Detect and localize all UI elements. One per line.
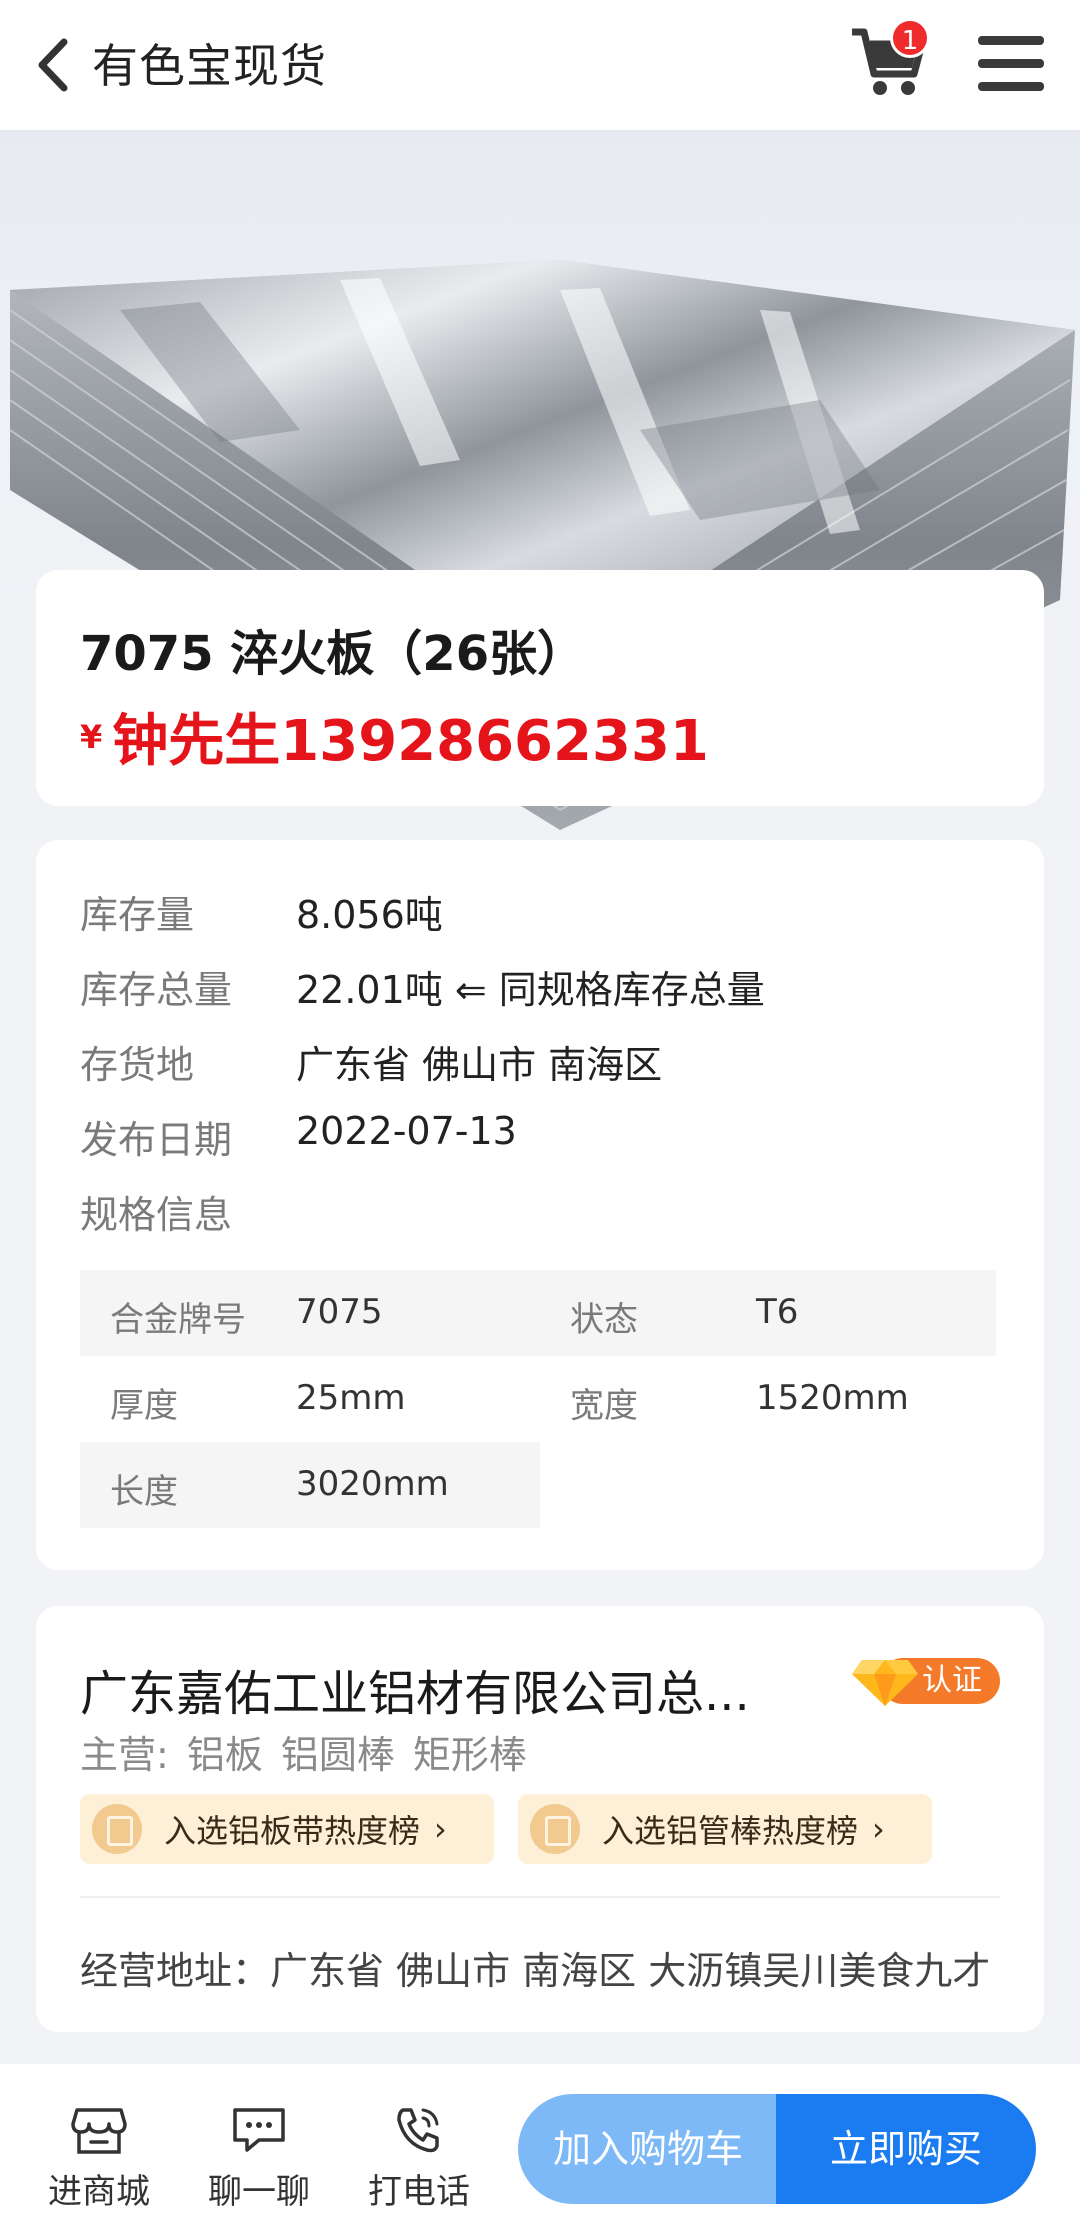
spec-table-row: 厚度 25mm 宽度 1520mm xyxy=(80,1356,996,1442)
length-value: 3020mm xyxy=(296,1464,449,1504)
add-to-cart-button[interactable]: 加入购物车 xyxy=(518,2094,778,2204)
page-title: 有色宝现货 xyxy=(92,39,327,93)
seller-contact: 钟先生13928662331 xyxy=(112,709,709,774)
stock-total-label: 库存总量 xyxy=(80,968,233,1012)
phone-icon xyxy=(397,2108,439,2153)
state-label: 状态 xyxy=(570,1300,638,1340)
buy-now-button[interactable]: 立即购买 xyxy=(776,2094,1036,2204)
rank-badge-plate[interactable]: 入选铝板带热度榜 › xyxy=(80,1794,494,1864)
spec-table-row: 长度 3020mm xyxy=(80,1442,996,1528)
stock-info-card: 库存量 8.056吨 库存总量 22.01吨 ⇐ 同规格库存总量 存货地 广东省… xyxy=(36,840,1044,1570)
menu-icon[interactable] xyxy=(978,36,1044,92)
spec-table-row: 合金牌号 7075 状态 T6 xyxy=(80,1270,996,1356)
chat-tab[interactable]: 聊一聊 xyxy=(184,2104,334,2213)
publish-date-label: 发布日期 xyxy=(80,1118,233,1162)
company-card[interactable]: 广东嘉佑工业铝材有限公司总... 认证 主营: 铝板 铝圆棒 矩形棒 入选铝板带热度榜… xyxy=(36,1606,1044,2032)
width-label: 宽度 xyxy=(570,1386,638,1426)
chevron-right-icon: › xyxy=(872,1810,885,1848)
alloy-value: 7075 xyxy=(296,1292,383,1332)
call-tab[interactable]: 打电话 xyxy=(344,2104,494,2213)
alloy-label: 合金牌号 xyxy=(110,1300,246,1340)
main-business-item: 铝板 xyxy=(186,1733,263,1777)
thickness-value: 25mm xyxy=(296,1378,406,1418)
store-tab[interactable]: 进商城 xyxy=(24,2104,174,2213)
store-label: 进商城 xyxy=(48,2172,150,2212)
location-label: 存货地 xyxy=(80,1043,195,1087)
top-header: 有色宝现货 1 xyxy=(0,0,1080,130)
bottom-action-bar: 进商城 聊一聊 打电话 加入购物车 立即购买 xyxy=(0,2064,1080,2238)
store-icon xyxy=(71,2108,127,2154)
main-business-item: 矩形棒 xyxy=(412,1733,527,1777)
product-name: 7075 淬火板（26张） xyxy=(80,626,586,682)
company-name[interactable]: 广东嘉佑工业铝材有限公司总... xyxy=(80,1654,780,1724)
verified-badge: 认证 xyxy=(850,1652,1000,1708)
stock-amount-value: 8.056吨 xyxy=(296,893,443,937)
length-label: 长度 xyxy=(110,1472,178,1512)
stock-amount-label: 库存量 xyxy=(80,893,195,937)
rank-label: 入选铝管棒热度榜 xyxy=(602,1812,859,1850)
main-business-label: 主营: xyxy=(80,1733,169,1777)
rank-label: 入选铝板带热度榜 xyxy=(164,1812,421,1850)
rank-icon xyxy=(530,1804,580,1854)
rank-badge-tube[interactable]: 入选铝管棒热度榜 › xyxy=(518,1794,932,1864)
width-value: 1520mm xyxy=(756,1378,909,1418)
main-business: 主营: 铝板 铝圆棒 矩形棒 xyxy=(80,1724,545,1779)
state-value: T6 xyxy=(756,1292,799,1332)
location-value: 广东省 佛山市 南海区 xyxy=(296,1043,663,1087)
chat-label: 聊一聊 xyxy=(208,2172,310,2212)
chat-icon xyxy=(233,2108,285,2152)
stock-total-value: 22.01吨 ⇐ 同规格库存总量 xyxy=(296,968,765,1012)
back-arrow-icon[interactable] xyxy=(34,38,74,92)
main-business-item: 铝圆棒 xyxy=(280,1733,395,1777)
call-label: 打电话 xyxy=(368,2172,470,2212)
chevron-right-icon: › xyxy=(434,1810,447,1848)
publish-date-value: 2022-07-13 xyxy=(296,1109,517,1153)
business-address: 经营地址：广东省 佛山市 南海区 大沥镇吴川美食九才 xyxy=(80,1949,991,1993)
price-contact-row: ¥ 钟先生13928662331 xyxy=(80,696,709,777)
rank-icon xyxy=(92,1804,142,1854)
currency-symbol: ¥ xyxy=(80,717,103,756)
cart-count-badge: 1 xyxy=(890,18,930,58)
diamond-icon xyxy=(852,1660,918,1706)
spec-table: 合金牌号 7075 状态 T6 厚度 25mm 宽度 1520mm 长度 302… xyxy=(80,1270,996,1528)
spec-info-label: 规格信息 xyxy=(80,1193,233,1237)
thickness-label: 厚度 xyxy=(110,1386,178,1426)
divider xyxy=(80,1896,1000,1898)
product-title-card: 7075 淬火板（26张） ¥ 钟先生13928662331 xyxy=(36,570,1044,806)
